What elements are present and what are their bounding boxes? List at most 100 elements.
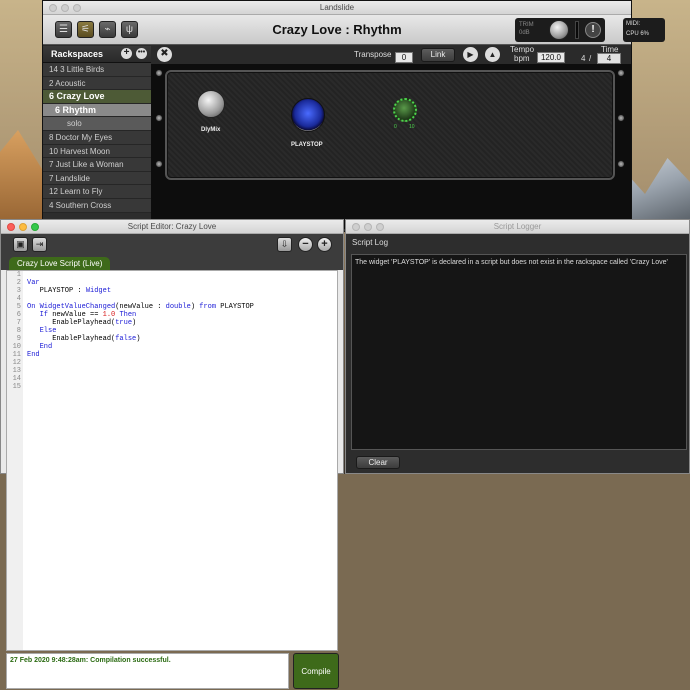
transpose-label: Transpose <box>354 50 392 59</box>
header-bar: ☰ ⚟ ⌁ ψ Crazy Love : Rhythm TRIM 0dB ! MI… <box>43 15 665 45</box>
line-number: 15 <box>12 383 21 391</box>
line-number: 3 <box>16 287 21 295</box>
line-number: 4 <box>16 295 21 303</box>
import-script-button[interactable]: ⇩ <box>277 237 292 252</box>
line-number: 2 <box>16 279 21 287</box>
trim-knob[interactable] <box>549 20 569 40</box>
transpose-field[interactable]: 0 <box>395 52 413 63</box>
wrench-icon: ✖ <box>160 48 169 59</box>
dlymix-label: DlyMix <box>201 127 221 133</box>
sidebar-item-rackspace[interactable]: 2 Acoustic <box>43 76 151 91</box>
line-number: 7 <box>16 319 21 327</box>
code-line: If newValue == 1.0 Then <box>39 311 137 319</box>
play-button[interactable]: ▶ <box>463 47 478 62</box>
rack-screw-icon <box>617 160 625 168</box>
line-number: 12 <box>12 359 21 367</box>
script-editor-title: Script Editor: Crazy Love <box>127 222 217 231</box>
line-number: 1 <box>16 271 21 279</box>
rack-area: DlyMix PLAYSTOP 0 10 <box>151 64 631 229</box>
close-button[interactable] <box>352 223 360 231</box>
sidebar-item-rackspace[interactable]: 12 Learn to Fly <box>43 185 151 199</box>
code-line: End <box>39 343 53 351</box>
bpm-label: bpm <box>514 54 530 63</box>
line-number: 10 <box>12 343 21 351</box>
code-editor[interactable]: 1 2 3 4 5 6 7 8 9 10 11 12 13 14 15 Var PLAYSTOP : Wid… <box>6 270 338 651</box>
link-button[interactable]: Link <box>421 48 455 62</box>
rack-panel: DlyMix PLAYSTOP 0 10 <box>165 70 615 180</box>
time-denominator-field[interactable]: 4 <box>597 53 621 64</box>
export-script-button[interactable]: ⇥ <box>32 237 47 252</box>
sidebar-item-rackspace[interactable]: 10 Harvest Moon <box>43 144 151 159</box>
tempo-label: Tempo <box>510 45 535 54</box>
main-window-title: Landslide <box>319 3 355 12</box>
script-logger-titlebar: Script Logger <box>346 220 689 234</box>
tools-button[interactable]: ✖ <box>157 47 172 62</box>
cpu-label: CPU <box>626 31 639 37</box>
toolbar-transport: ✖ Transpose 0 Link ▶ ▲ Tempo bpm 120.0 T… <box>151 45 631 64</box>
rackspaces-header: Rackspaces + ••• <box>43 46 151 63</box>
zoom-in-button[interactable]: + <box>317 237 332 252</box>
metronome-button[interactable]: ▲ <box>485 47 500 62</box>
line-number: 8 <box>16 327 21 335</box>
script-logger-title: Script Logger <box>493 222 542 231</box>
script-editor-titlebar: Script Editor: Crazy Love <box>1 220 343 234</box>
close-button[interactable] <box>7 223 15 231</box>
minimize-button[interactable] <box>61 4 69 12</box>
trim-label: TRIM <box>519 22 534 28</box>
cpu-value: 6% <box>640 31 650 37</box>
time-separator: / <box>589 54 592 63</box>
main-window-titlebar: Landslide <box>43 1 631 15</box>
line-number: 13 <box>12 367 21 375</box>
script-editor-window: Script Editor: Crazy Love ▣ ⇥ ⇩ − + Craz… <box>0 219 344 689</box>
add-rackspace-button[interactable]: + <box>121 48 132 59</box>
script-logger-window: Script Logger Script Log The widget 'PLA… <box>345 219 690 474</box>
compile-button[interactable]: Compile <box>293 653 339 689</box>
trim-meter <box>575 21 579 39</box>
time-numerator: 4 <box>581 54 586 63</box>
sidebar-item-rackspace[interactable]: 14 3 Little Birds <box>43 63 151 77</box>
midi-cpu-display: MIDI: CPU 6% <box>623 18 665 42</box>
tab-crazy-love-script[interactable]: Crazy Love Script (Live) <box>9 257 111 270</box>
compile-status: 27 Feb 2020 9:48:28am: Compilation succe… <box>6 653 289 689</box>
line-number: 5 <box>16 303 21 311</box>
zoom-button[interactable] <box>31 223 39 231</box>
line-number: 6 <box>16 311 21 319</box>
sidebar-item-rackspace[interactable]: 4 Southern Cross <box>43 198 151 213</box>
sidebar-item-rackspace[interactable]: 7 Landslide <box>43 171 151 186</box>
tempo-field[interactable]: 120.0 <box>537 52 565 63</box>
minus-icon: − <box>302 238 309 250</box>
sidebar-item-rackspace[interactable]: 6 Crazy Love <box>43 90 151 104</box>
sidebar-item-rackspace[interactable]: 8 Doctor My Eyes <box>43 130 151 145</box>
export-icon: ⇥ <box>35 239 44 249</box>
minimize-button[interactable] <box>19 223 27 231</box>
zoom-out-button[interactable]: − <box>298 237 313 252</box>
playstop-button[interactable] <box>291 98 325 132</box>
minimize-button[interactable] <box>364 223 372 231</box>
dlymix-knob[interactable] <box>197 90 225 118</box>
green-knob-min: 0 <box>394 124 397 130</box>
green-knob[interactable] <box>393 98 417 122</box>
rack-screw-icon <box>617 69 625 77</box>
rackspace-list: 14 3 Little Birds 2 Acoustic 6 Crazy Love 6… <box>43 63 151 213</box>
zoom-button[interactable] <box>73 4 81 12</box>
clear-log-button[interactable]: Clear <box>356 456 400 469</box>
code-line: PLAYSTOP : Widget <box>27 287 112 295</box>
sidebar-item-rackspace[interactable]: solo <box>43 117 151 131</box>
save-icon: ▣ <box>16 239 25 249</box>
rackspace-options-button[interactable]: ••• <box>136 48 147 59</box>
sidebar-item-rackspace[interactable]: 7 Just Like a Woman <box>43 158 151 172</box>
trim-section: TRIM 0dB ! <box>515 18 605 42</box>
code-line: Else <box>39 327 57 335</box>
panic-button[interactable]: ! <box>585 22 601 38</box>
zoom-button[interactable] <box>376 223 384 231</box>
sidebar-item-rackspace[interactable]: 6 Rhythm <box>43 103 151 118</box>
close-button[interactable] <box>49 4 57 12</box>
code-line: EnablePlayhead(true) <box>27 319 137 327</box>
rack-screw-icon <box>155 160 163 168</box>
script-log-title: Script Log <box>352 238 389 247</box>
rack-screw-icon <box>155 114 163 122</box>
code-line: On WidgetValueChanged(newValue : double)… <box>27 303 254 311</box>
save-script-button[interactable]: ▣ <box>13 237 28 252</box>
code-line: Var <box>27 279 40 287</box>
